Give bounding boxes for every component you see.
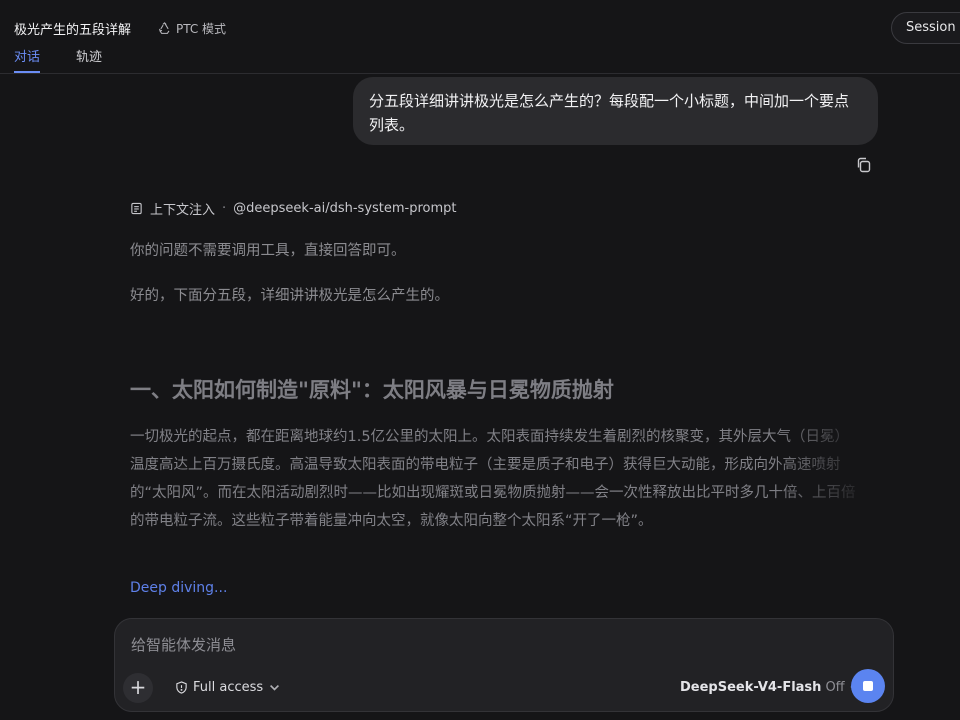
add-attachment-button[interactable]: + bbox=[123, 673, 153, 703]
section-body: 一切极光的起点，都在距离地球约1.5亿公里的太阳上。太阳表面持续发生着剧烈的核聚… bbox=[130, 429, 856, 529]
top-bar: 极光产生的五段详解 PTC 模式 Session lo 对话 轨迹 bbox=[0, 0, 960, 74]
mode-label: PTC 模式 bbox=[176, 22, 227, 36]
access-selector[interactable]: Full access bbox=[175, 680, 281, 695]
chevron-down-icon bbox=[270, 684, 280, 691]
tab-chat[interactable]: 对话 bbox=[14, 46, 41, 73]
session-button[interactable]: Session lo bbox=[891, 12, 960, 44]
streaming-status: Deep diving... bbox=[130, 580, 228, 596]
access-label: Full access bbox=[193, 680, 264, 695]
view-tabs: 对话 轨迹 bbox=[14, 46, 102, 73]
page-title: 极光产生的五段详解 bbox=[14, 23, 132, 38]
stop-generation-button[interactable] bbox=[851, 669, 885, 703]
shield-icon bbox=[176, 681, 187, 694]
recycle-icon bbox=[159, 22, 170, 34]
document-icon bbox=[131, 202, 142, 215]
context-separator: · bbox=[222, 201, 227, 216]
user-message-bubble: 分五段详细讲讲极光是怎么产生的？每段配一个小标题，中间加一个要点列表。 bbox=[353, 77, 878, 145]
model-selector[interactable]: DeepSeek-V4-Flash Off bbox=[680, 680, 859, 695]
copy-icon[interactable] bbox=[855, 156, 873, 174]
thinking-state: Off bbox=[825, 680, 845, 695]
model-name: DeepSeek-V4-Flash bbox=[680, 680, 822, 695]
app-window: 极光产生的五段详解 PTC 模式 Session lo 对话 轨迹 分五段详细讲… bbox=[0, 0, 960, 720]
reply-paragraph-1: 你的问题不需要调用工具，直接回答即可。 bbox=[130, 243, 406, 259]
context-source: @deepseek-ai/dsh-system-prompt bbox=[233, 201, 457, 216]
section-heading: 一、太阳如何制造"原料"：太阳风暴与日冕物质抛射 bbox=[130, 378, 614, 402]
message-input[interactable] bbox=[131, 633, 831, 657]
context-injection-line[interactable]: 上下文注入 · @deepseek-ai/dsh-system-prompt bbox=[130, 199, 457, 218]
mode-indicator[interactable]: PTC 模式 bbox=[158, 20, 226, 37]
reply-paragraph-2: 好的，下面分五段，详细讲讲极光是怎么产生的。 bbox=[130, 288, 449, 304]
context-label: 上下文注入 bbox=[150, 203, 216, 218]
message-composer: + Full access DeepSeek-V4-Flash Off bbox=[114, 618, 894, 712]
tab-trace[interactable]: 轨迹 bbox=[76, 46, 102, 73]
